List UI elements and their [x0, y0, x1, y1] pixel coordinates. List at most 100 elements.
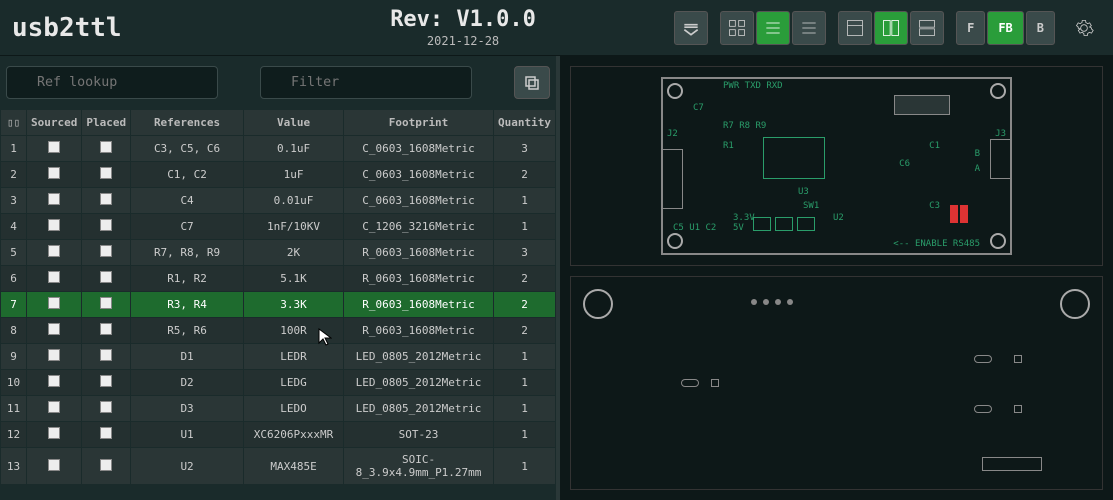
row-quantity: 3 [494, 136, 556, 162]
table-row[interactable]: 2C1, C21uFC_0603_1608Metric2 [1, 162, 556, 188]
row-footprint: C_1206_3216Metric [344, 214, 494, 240]
sourced-checkbox[interactable] [48, 167, 60, 179]
placed-checkbox[interactable] [100, 459, 112, 471]
layer-both-button[interactable]: FB [987, 11, 1023, 45]
row-value: XC6206PxxxMR [244, 422, 344, 448]
copy-button[interactable] [514, 66, 550, 99]
placed-checkbox[interactable] [100, 141, 112, 153]
col-sourced[interactable]: Sourced [27, 110, 82, 136]
row-footprint: LED_0805_2012Metric [344, 396, 494, 422]
row-footprint: R_0603_1608Metric [344, 318, 494, 344]
placed-checkbox[interactable] [100, 349, 112, 361]
col-index[interactable]: ▯▯ [1, 110, 27, 136]
bom-table-container[interactable]: ▯▯ Sourced Placed References Value Footp… [0, 109, 556, 500]
sourced-checkbox[interactable] [48, 141, 60, 153]
row-value: 0.1uF [244, 136, 344, 162]
row-references: R7, R8, R9 [131, 240, 244, 266]
silk-label: C7 [693, 103, 704, 113]
row-index: 5 [1, 240, 27, 266]
col-placed[interactable]: Placed [82, 110, 131, 136]
layout-1-button[interactable] [838, 11, 872, 45]
placed-checkbox[interactable] [100, 167, 112, 179]
sourced-checkbox[interactable] [48, 349, 60, 361]
table-row[interactable]: 11D3LEDOLED_0805_2012Metric1 [1, 396, 556, 422]
sourced-checkbox[interactable] [48, 219, 60, 231]
table-row[interactable]: 1C3, C5, C60.1uFC_0603_1608Metric3 [1, 136, 556, 162]
placed-checkbox[interactable] [100, 193, 112, 205]
placed-checkbox[interactable] [100, 245, 112, 257]
row-footprint: SOT-23 [344, 422, 494, 448]
view-grid-button[interactable] [720, 11, 754, 45]
row-footprint: C_0603_1608Metric [344, 188, 494, 214]
revision-label: Rev: V1.0.0 [252, 7, 674, 32]
table-row[interactable]: 3C40.01uFC_0603_1608Metric1 [1, 188, 556, 214]
sourced-checkbox[interactable] [48, 245, 60, 257]
placed-checkbox[interactable] [100, 219, 112, 231]
layout-2-button[interactable] [874, 11, 908, 45]
placed-checkbox[interactable] [100, 427, 112, 439]
col-quantity[interactable]: Quantity [494, 110, 556, 136]
row-value: 0.01uF [244, 188, 344, 214]
table-row[interactable]: 8R5, R6100RR_0603_1608Metric2 [1, 318, 556, 344]
row-index: 10 [1, 370, 27, 396]
layout-3-button[interactable] [910, 11, 944, 45]
table-row[interactable]: 4C71nF/10KVC_1206_3216Metric1 [1, 214, 556, 240]
row-value: LEDO [244, 396, 344, 422]
layer-back-button[interactable]: B [1026, 11, 1055, 45]
settings-button[interactable] [1067, 11, 1101, 45]
highlighted-r3 [950, 205, 958, 223]
silk-label: U3 [798, 187, 809, 197]
silk-label: 5V [733, 223, 744, 233]
row-value: 3.3K [244, 292, 344, 318]
placed-checkbox[interactable] [100, 401, 112, 413]
row-index: 6 [1, 266, 27, 292]
table-row[interactable]: 9D1LEDRLED_0805_2012Metric1 [1, 344, 556, 370]
ref-lookup-input[interactable] [6, 66, 218, 99]
row-footprint: LED_0805_2012Metric [344, 344, 494, 370]
table-row[interactable]: 12U1XC6206PxxxMRSOT-231 [1, 422, 556, 448]
row-quantity: 2 [494, 266, 556, 292]
view-bom-left-button[interactable] [756, 11, 790, 45]
col-references[interactable]: References [131, 110, 244, 136]
table-row[interactable]: 7R3, R43.3KR_0603_1608Metric2 [1, 292, 556, 318]
placed-checkbox[interactable] [100, 297, 112, 309]
mouse-cursor [318, 328, 332, 346]
col-footprint[interactable]: Footprint [344, 110, 494, 136]
layer-front-button[interactable]: F [956, 11, 985, 45]
save-button[interactable] [674, 11, 708, 45]
table-row[interactable]: 13U2MAX485ESOIC-8_3.9x4.9mm_P1.27mm1 [1, 448, 556, 485]
filter-input[interactable] [260, 66, 472, 99]
sourced-checkbox[interactable] [48, 323, 60, 335]
placed-checkbox[interactable] [100, 271, 112, 283]
sourced-checkbox[interactable] [48, 427, 60, 439]
sourced-checkbox[interactable] [48, 271, 60, 283]
silk-label: U2 [833, 213, 844, 223]
sourced-checkbox[interactable] [48, 401, 60, 413]
sourced-checkbox[interactable] [48, 297, 60, 309]
table-row[interactable]: 10D2LEDGLED_0805_2012Metric1 [1, 370, 556, 396]
row-value: LEDG [244, 370, 344, 396]
pcb-back-view[interactable] [570, 276, 1103, 490]
sourced-checkbox[interactable] [48, 375, 60, 387]
col-value[interactable]: Value [244, 110, 344, 136]
row-index: 8 [1, 318, 27, 344]
table-row[interactable]: 5R7, R8, R92KR_0603_1608Metric3 [1, 240, 556, 266]
placed-checkbox[interactable] [100, 323, 112, 335]
silk-label: A [975, 164, 980, 174]
placed-checkbox[interactable] [100, 375, 112, 387]
sourced-checkbox[interactable] [48, 193, 60, 205]
silk-label: J3 [995, 129, 1006, 139]
silk-label: C6 [899, 159, 910, 169]
sourced-checkbox[interactable] [48, 459, 60, 471]
row-quantity: 1 [494, 344, 556, 370]
row-value: 5.1K [244, 266, 344, 292]
row-index: 2 [1, 162, 27, 188]
view-bom-top-button[interactable] [792, 11, 826, 45]
row-quantity: 1 [494, 448, 556, 485]
pcb-front-view[interactable]: PWR TXD RXD C7 R7 R8 R9 C4R6R5 J2 R1 C1 … [570, 66, 1103, 266]
table-row[interactable]: 6R1, R25.1KR_0603_1608Metric2 [1, 266, 556, 292]
silk-label: PWR TXD RXD [723, 81, 783, 91]
row-value: 1uF [244, 162, 344, 188]
row-index: 7 [1, 292, 27, 318]
row-quantity: 1 [494, 422, 556, 448]
